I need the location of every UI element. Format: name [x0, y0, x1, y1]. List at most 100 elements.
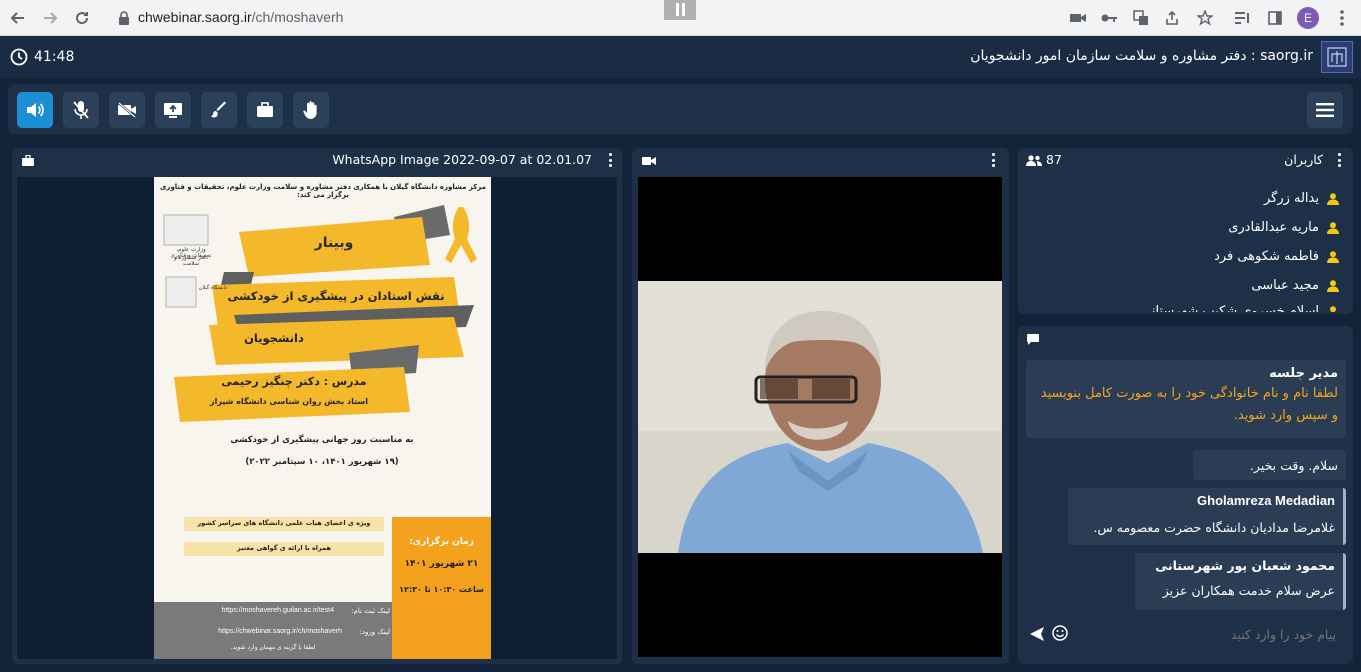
hamburger-menu-button[interactable] — [1307, 92, 1343, 128]
users-options-icon[interactable] — [1337, 153, 1341, 167]
user-item[interactable]: اسلام خسروی شکیب شهرستانی — [1141, 304, 1339, 312]
message-sender: مدیر جلسه — [1269, 366, 1338, 381]
reload-icon[interactable] — [70, 6, 94, 30]
speaker-video — [638, 281, 1002, 553]
video-options-icon[interactable] — [991, 153, 995, 167]
url-path: /ch/moshaverh — [251, 9, 344, 25]
users-panel: 87 کاربران یداله زرگر ماریه عبدالقادری ف… — [1018, 148, 1353, 314]
poster-guest-note: لطفا با گزینه ی مهمان وارد شوید. — [230, 644, 316, 651]
chat-message-moderator: مدیر جلسه لطفا نام و نام خانوادگی خود را… — [1026, 360, 1346, 438]
send-button[interactable] — [1030, 626, 1044, 645]
speaker-silhouette — [638, 281, 1002, 553]
chat-message: سلام. وقت بخیر. — [1193, 450, 1346, 480]
poster-lecturer-role: استاد بخش روان شناسی دانشگاه شیراز — [209, 397, 369, 406]
video-panel — [632, 148, 1009, 664]
users-title: کاربران — [1284, 152, 1323, 167]
poster-office: دفتر مشاوره و سلامت — [174, 255, 208, 267]
user-icon — [1327, 192, 1339, 205]
playlist-icon[interactable] — [1233, 8, 1253, 28]
screen-share-button[interactable] — [155, 92, 191, 128]
video-feed — [638, 177, 1002, 657]
address-bar[interactable]: chwebinar.saorg.ir/ch/moshaverh — [138, 9, 343, 25]
key-icon[interactable] — [1099, 8, 1119, 28]
poster-date: (۱۹ شهریور ۱۴۰۱، ۱۰ سپتامبر ۲۰۲۲) — [245, 457, 399, 467]
user-icon — [1327, 250, 1339, 263]
presentation-title: WhatsApp Image 2022-09-07 at 02.01.07 — [332, 152, 592, 167]
poster-time-hour: ساعت ۱۰:۳۰ تا ۱۲:۳۰ — [399, 585, 484, 594]
timer-text: 41:48 — [34, 49, 75, 65]
chat-message: Gholamreza Medadian غلامرضا مدادیان دانش… — [1068, 488, 1346, 545]
message-text: عرض سلام خدمت همکاران عزیز — [1162, 583, 1335, 598]
briefcase-icon — [22, 155, 34, 166]
site-logo — [1321, 41, 1353, 73]
sidebar-icon[interactable] — [1265, 8, 1285, 28]
camera-off-icon — [118, 102, 136, 118]
user-name: ماریه عبدالقادری — [1228, 220, 1319, 235]
star-icon[interactable] — [1195, 8, 1215, 28]
poster-topic-line2: دانشجویان — [244, 331, 304, 345]
forward-arrow-icon[interactable] — [38, 6, 62, 30]
emoji-button[interactable] — [1052, 625, 1068, 645]
more-menu-icon[interactable] — [1332, 8, 1352, 28]
poster-topic-line1: نقش استادان در پیشگیری از خودکشی — [227, 289, 445, 303]
user-icon — [1330, 305, 1336, 312]
back-arrow-icon[interactable] — [6, 6, 30, 30]
share-icon[interactable] — [1162, 8, 1182, 28]
raise-hand-button[interactable] — [293, 92, 329, 128]
user-name: اسلام خسروی شکیب شهرستانی — [1140, 304, 1319, 312]
message-sender: Gholamreza Medadian — [1197, 493, 1335, 508]
poster-enter-label: لینک ورود: — [359, 628, 390, 636]
screen-share-icon — [164, 103, 182, 118]
chat-input-bar — [1024, 610, 1347, 658]
speaker-button[interactable] — [17, 92, 53, 128]
chat-message-input[interactable] — [1076, 620, 1338, 648]
microphone-off-button[interactable] — [63, 92, 99, 128]
webinar-poster: مرکز مشاوره دانشگاه گیلان با همکاری دفتر… — [154, 177, 491, 659]
poster-audience-line1: ویژه ی اعضای هیات علمی دانشگاه های سراسر… — [197, 519, 371, 527]
briefcase-icon — [257, 102, 273, 117]
chat-bubble-icon — [1027, 334, 1039, 345]
poster-time-date: ۲۱ شهریور ۱۴۰۱ — [404, 559, 479, 569]
user-icon — [1327, 279, 1339, 292]
browser-toolbar: chwebinar.saorg.ir/ch/moshaverh E — [0, 0, 1361, 36]
presentation-options-icon[interactable] — [608, 153, 612, 167]
chat-panel: مدیر جلسه لطفا نام و نام خانوادگی خود را… — [1018, 326, 1353, 664]
poster-register-label: لینک ثبت نام: — [351, 607, 390, 615]
user-item[interactable]: ماریه عبدالقادری — [1228, 220, 1339, 235]
presentation-area: مرکز مشاوره دانشگاه گیلان با همکاری دفتر… — [17, 177, 617, 659]
chat-message: محمود شعبان پور شهرستانی عرض سلام خدمت ه… — [1135, 553, 1346, 610]
video-header — [632, 148, 1009, 172]
camera-off-button[interactable] — [109, 92, 145, 128]
whiteboard-button[interactable] — [201, 92, 237, 128]
microphone-off-icon — [73, 101, 89, 119]
user-item[interactable]: یداله زرگر — [1264, 191, 1339, 206]
presentation-panel: WhatsApp Image 2022-09-07 at 02.01.07 مر… — [12, 148, 622, 664]
user-name: مجید عباسی — [1251, 278, 1319, 293]
user-item[interactable]: فاطمه شکوهی فرد — [1214, 249, 1339, 264]
poster-top-line: مرکز مشاوره دانشگاه گیلان با همکاری دفتر… — [160, 183, 486, 199]
message-sender: محمود شعبان پور شهرستانی — [1155, 558, 1335, 573]
url-host: chwebinar.saorg.ir — [138, 9, 252, 25]
poster-webinar-label: وبینار — [314, 235, 354, 251]
send-arrow-icon — [1030, 627, 1044, 641]
poster-occasion: به مناسبت روز جهانی پیشگیری از خودکشی — [230, 435, 414, 445]
hand-icon — [303, 101, 317, 119]
smiley-icon — [1052, 625, 1068, 641]
profile-avatar[interactable]: E — [1297, 7, 1319, 29]
message-text: غلامرضا مدادیان دانشگاه حضرت معصومه س. — [1093, 520, 1335, 535]
site-title: saorg.ir : دفتر مشاوره و سلامت سازمان ام… — [970, 48, 1313, 64]
message-text: لطفا نام و نام خانوادگی خود را به صورت ک… — [1040, 386, 1338, 423]
poster-enter-url: https://chwebinar.saorg.ir/ch/moshaverh — [218, 628, 342, 635]
poster-audience-line2: همراه با ارائه ی گواهی معتبر — [237, 544, 331, 552]
users-list-clip: اسلام خسروی شکیب شهرستانی — [1018, 304, 1353, 312]
camera-icon[interactable] — [1068, 8, 1088, 28]
brush-icon — [211, 101, 226, 118]
files-button[interactable] — [247, 92, 283, 128]
session-timer: 41:48 — [10, 48, 74, 66]
lock-icon[interactable] — [112, 6, 136, 30]
users-group-icon — [1026, 155, 1042, 166]
users-count: 87 — [1046, 152, 1062, 167]
user-item[interactable]: مجید عباسی — [1251, 278, 1339, 293]
translate-icon[interactable] — [1131, 8, 1151, 28]
poster-register-url: https://moshavereh.guilan.ac.ir/test4 — [221, 607, 334, 614]
